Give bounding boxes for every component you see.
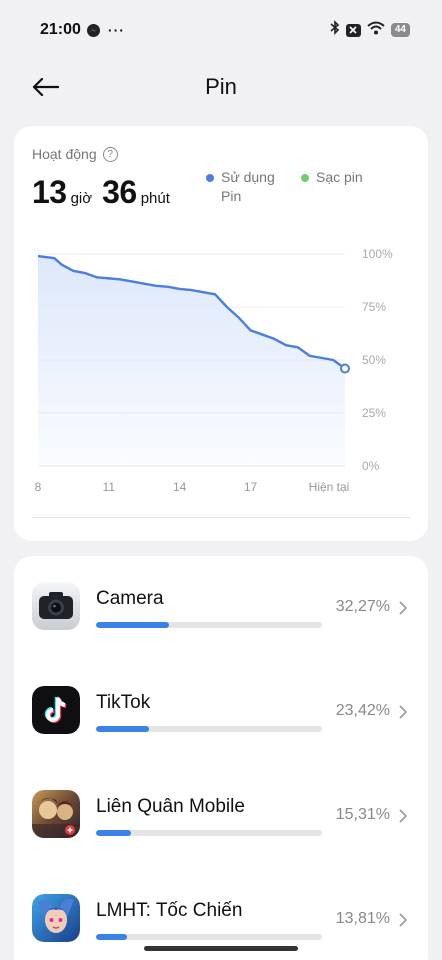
battery-chart: 100% 75% 50% 25% 0% 8 11 14 17 Hiện tại (35, 247, 393, 494)
app-name: Camera (96, 588, 164, 609)
more-notifications-icon: ··· (107, 22, 125, 38)
usage-percent: 23,42% (335, 702, 390, 719)
wifi-icon (367, 21, 385, 40)
app-usage-list: Camera 32,27% TikTok 23,42% Liên Quân Mo… (14, 556, 428, 960)
x-badge-icon (345, 23, 361, 37)
app-row-lien-quan[interactable]: Liên Quân Mobile 15,31% (14, 764, 428, 868)
usage-percent: 13,81% (335, 910, 390, 927)
app-row-tiktok[interactable]: TikTok 23,42% (14, 660, 428, 764)
usage-bar-fill (96, 622, 169, 628)
tiktok-icon (32, 686, 80, 734)
usage-bar-fill (96, 726, 149, 732)
x-tick-label: 8 (35, 480, 42, 494)
camera-icon (32, 582, 80, 630)
usage-percent: 15,31% (335, 806, 390, 823)
usage-bar (96, 830, 322, 836)
back-button[interactable] (28, 72, 62, 102)
status-time: 21:00 (40, 21, 81, 38)
lien-quan-icon (32, 790, 80, 838)
app-row-camera[interactable]: Camera 32,27% (14, 556, 428, 660)
header: Pin (0, 62, 442, 112)
lmht-icon (32, 894, 80, 942)
home-indicator[interactable] (144, 946, 298, 951)
y-tick-label: 75% (362, 300, 386, 314)
x-tick-label: 17 (244, 480, 258, 494)
y-tick-label: 0% (362, 459, 380, 473)
chevron-right-icon (399, 705, 408, 719)
usage-bar (96, 726, 322, 732)
usage-bar-fill (96, 830, 131, 836)
x-tick-label: Hiện tại (309, 480, 350, 494)
usage-bar (96, 622, 322, 628)
y-tick-label: 25% (362, 406, 386, 420)
chevron-right-icon (399, 601, 408, 615)
messenger-icon (86, 23, 100, 37)
app-name: TikTok (96, 692, 151, 713)
status-bar: 21:00 ··· 44 (0, 0, 442, 60)
usage-area (38, 256, 345, 466)
bluetooth-icon (330, 20, 340, 40)
arrow-left-icon (32, 77, 59, 97)
y-tick-label: 100% (362, 247, 393, 261)
usage-percent: 32,27% (335, 598, 390, 615)
current-level-point (340, 363, 350, 374)
battery-icon: 44 (390, 23, 410, 37)
app-name: Liên Quân Mobile (96, 796, 245, 817)
card-divider (32, 517, 410, 518)
y-tick-label: 50% (362, 353, 386, 367)
activity-card: Hoạt động ? 13 giờ 36 phút Sử dụng Pin S… (14, 126, 428, 541)
app-name: LMHT: Tốc Chiến (96, 900, 243, 921)
chevron-right-icon (399, 809, 408, 823)
x-tick-label: 11 (103, 480, 116, 494)
page-title: Pin (205, 74, 237, 99)
chevron-right-icon (399, 913, 408, 927)
x-tick-label: 14 (173, 480, 187, 494)
usage-bar (96, 934, 322, 940)
usage-bar-fill (96, 934, 128, 940)
